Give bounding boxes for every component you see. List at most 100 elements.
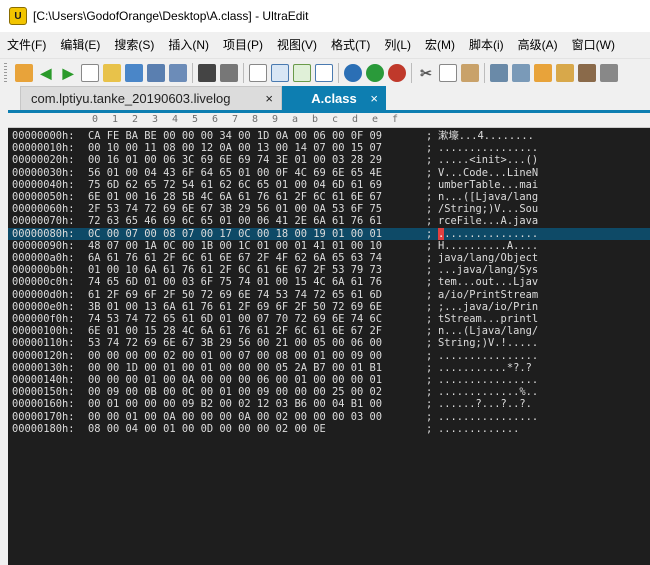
hex-row[interactable]: 00000020h: 00 16 01 00 06 3C 69 6E 69 74 … [8, 154, 650, 166]
menu-edit[interactable]: 编辑(E) [53, 36, 107, 53]
row-ascii[interactable]: ................ [438, 374, 538, 386]
hex-edit-icon[interactable] [271, 64, 289, 82]
page-icon[interactable] [249, 64, 267, 82]
row-bytes[interactable]: 00 01 00 00 00 09 B2 00 02 12 03 B6 00 0… [88, 398, 382, 410]
save-all-icon[interactable] [169, 64, 187, 82]
row-bytes[interactable]: 48 07 00 1A 0C 00 1B 00 1C 01 00 01 41 0… [88, 240, 382, 252]
hex-row[interactable]: 000000b0h: 01 00 10 6A 61 76 61 2F 6C 61 … [8, 264, 650, 276]
tab-a-class[interactable]: A.class × [282, 86, 386, 110]
row-bytes[interactable]: 00 00 00 01 00 0A 00 00 00 06 00 01 00 0… [88, 374, 382, 386]
lowercase-icon[interactable] [388, 64, 406, 82]
list-icon[interactable] [578, 64, 596, 82]
hex-row[interactable]: 00000170h: 00 00 01 00 0A 00 00 00 0A 00 … [8, 411, 650, 423]
row-bytes[interactable]: 6A 61 76 61 2F 6C 61 6E 67 2F 4F 62 6A 6… [88, 252, 382, 264]
replace-icon[interactable] [512, 64, 530, 82]
menu-search[interactable]: 搜索(S) [107, 36, 161, 53]
close-icon[interactable]: × [265, 91, 273, 106]
menu-insert[interactable]: 插入(N) [161, 36, 216, 53]
row-bytes[interactable]: 75 6D 62 65 72 54 61 62 6C 65 01 00 04 6… [88, 179, 382, 191]
hex-row[interactable]: 00000110h: 53 74 72 69 6E 67 3B 29 56 00 … [8, 337, 650, 349]
menu-view[interactable]: 视图(V) [270, 36, 324, 53]
hex-row[interactable]: 00000180h: 08 00 04 00 01 00 0D 00 00 00 … [8, 423, 650, 435]
row-bytes[interactable]: 01 00 10 6A 61 76 61 2F 6C 61 6E 67 2F 5… [88, 264, 382, 276]
row-ascii[interactable]: ................ [438, 411, 538, 423]
back-arrow-icon[interactable]: ◀ [37, 64, 55, 82]
menu-project[interactable]: 项目(P) [216, 36, 270, 53]
copy-icon[interactable] [439, 64, 457, 82]
hex-row[interactable]: 00000040h: 75 6D 62 65 72 54 61 62 6C 65 … [8, 179, 650, 191]
row-ascii[interactable]: n...([Ljava/lang [438, 191, 538, 203]
hex-row[interactable]: 00000150h: 00 09 00 0B 00 0C 00 01 00 09 … [8, 386, 650, 398]
row-bytes[interactable]: 53 74 72 69 6E 67 3B 29 56 00 21 00 05 0… [88, 337, 382, 349]
bookmark-icon[interactable] [15, 64, 33, 82]
row-ascii[interactable]: ................ [438, 227, 538, 240]
uppercase-icon[interactable] [344, 64, 362, 82]
row-bytes[interactable]: 74 53 74 72 65 61 6D 01 00 07 70 72 69 6… [88, 313, 382, 325]
row-bytes[interactable]: 00 10 00 11 08 00 12 0A 00 13 00 14 07 0… [88, 142, 382, 154]
hex-row[interactable]: 00000140h: 00 00 00 01 00 0A 00 00 00 06 … [8, 374, 650, 386]
macro-icon[interactable] [556, 64, 574, 82]
hex-row[interactable]: 000000f0h: 74 53 74 72 65 61 6D 01 00 07 … [8, 313, 650, 325]
hex-row[interactable]: 00000010h: 00 10 00 11 08 00 12 0A 00 13 … [8, 142, 650, 154]
hex-row[interactable]: 00000130h: 00 00 1D 00 01 00 01 00 00 00 … [8, 362, 650, 374]
row-bytes[interactable]: 3B 01 00 13 6A 61 76 61 2F 69 6F 2F 50 7… [88, 301, 382, 313]
hex-row[interactable]: 000000e0h: 3B 01 00 13 6A 61 76 61 2F 69 … [8, 301, 650, 313]
menu-file[interactable]: 文件(F) [0, 36, 53, 53]
print-icon[interactable] [198, 64, 216, 82]
menu-script[interactable]: 脚本(i) [462, 36, 511, 53]
print-preview-icon[interactable] [220, 64, 238, 82]
row-ascii[interactable]: ...java/lang/Sys [438, 264, 538, 276]
hex-row[interactable]: 00000160h: 00 01 00 00 00 09 B2 00 02 12 … [8, 398, 650, 410]
new-file-icon[interactable] [81, 64, 99, 82]
row-ascii[interactable]: a/io/PrintStream [438, 289, 538, 301]
hex-editor[interactable]: 0 1 2 3 4 5 6 7 8 9 a b c d e f 00000000… [8, 110, 650, 565]
row-bytes[interactable]: 6E 01 00 16 28 5B 4C 6A 61 76 61 2F 6C 6… [88, 191, 382, 203]
row-bytes[interactable]: 00 00 00 00 02 00 01 00 07 00 08 00 01 0… [88, 350, 382, 362]
row-bytes[interactable]: 56 01 00 04 43 6F 64 65 01 00 0F 4C 69 6… [88, 167, 382, 179]
find-icon[interactable] [490, 64, 508, 82]
open-folder-icon[interactable] [125, 64, 143, 82]
menu-window[interactable]: 窗口(W) [565, 36, 622, 53]
hex-row[interactable]: 00000120h: 00 00 00 00 02 00 01 00 07 00 … [8, 350, 650, 362]
paste-icon[interactable] [461, 64, 479, 82]
close-icon[interactable]: × [370, 91, 378, 106]
row-ascii[interactable]: tStream...printl [438, 313, 538, 325]
row-bytes[interactable]: 00 00 01 00 0A 00 00 00 0A 00 02 00 00 0… [88, 411, 382, 423]
row-ascii[interactable]: ............. [438, 423, 519, 435]
cut-icon[interactable]: ✂ [417, 64, 435, 82]
hex-row[interactable]: 00000100h: 6E 01 00 15 28 4C 6A 61 76 61 … [8, 325, 650, 337]
menu-format[interactable]: 格式(T) [324, 36, 377, 53]
row-bytes[interactable]: 2F 53 74 72 69 6E 67 3B 29 56 01 00 0A 5… [88, 203, 382, 215]
row-ascii[interactable]: umberTable...mai [438, 179, 538, 191]
ultraedit-app-icon[interactable]: U [9, 7, 27, 25]
save-icon[interactable] [147, 64, 165, 82]
column-mode-icon[interactable] [315, 64, 333, 82]
hex-row[interactable]: 00000090h: 48 07 00 1A 0C 00 1B 00 1C 01 … [8, 240, 650, 252]
row-ascii[interactable]: rceFile...A.java [438, 215, 538, 227]
find-files-icon[interactable] [534, 64, 552, 82]
hex-row[interactable]: 000000d0h: 61 2F 69 6F 2F 50 72 69 6E 74 … [8, 289, 650, 301]
row-ascii[interactable]: ......?...?..?. [438, 398, 532, 410]
row-ascii[interactable]: ;...java/io/Prin [438, 301, 538, 313]
tab-livelog[interactable]: com.lptiyu.tanke_20190603.livelog × [20, 86, 282, 110]
row-ascii[interactable]: String;)V.!..... [438, 337, 538, 349]
hex-row[interactable]: 00000050h: 6E 01 00 16 28 5B 4C 6A 61 76 … [8, 191, 650, 203]
hex-row[interactable]: 00000030h: 56 01 00 04 43 6F 64 65 01 00 … [8, 167, 650, 179]
row-ascii[interactable]: /String;)V...Sou [438, 203, 538, 215]
hex-row[interactable]: 00000070h: 72 63 65 46 69 6C 65 01 00 06 … [8, 215, 650, 227]
hex-row[interactable]: 000000c0h: 74 65 6D 01 00 03 6F 75 74 01 … [8, 276, 650, 288]
row-ascii[interactable]: .............%.. [438, 386, 538, 398]
row-ascii[interactable]: java/lang/Object [438, 252, 538, 264]
row-bytes[interactable]: 0C 00 07 00 08 07 00 17 0C 00 18 00 19 0… [88, 228, 382, 240]
row-bytes[interactable]: 6E 01 00 15 28 4C 6A 61 76 61 2F 6C 61 6… [88, 325, 382, 337]
row-ascii[interactable]: ................ [438, 142, 538, 154]
toolbar-grip[interactable] [4, 63, 7, 83]
menu-macro[interactable]: 宏(M) [418, 36, 462, 53]
row-ascii[interactable]: .....<init>...() [438, 154, 538, 166]
row-bytes[interactable]: CA FE BA BE 00 00 00 34 00 1D 0A 00 06 0… [88, 130, 382, 142]
row-ascii[interactable]: ...........*?.? [438, 362, 532, 374]
row-bytes[interactable]: 00 09 00 0B 00 0C 00 01 00 09 00 00 00 2… [88, 386, 382, 398]
row-ascii[interactable]: V...Code...LineN [438, 167, 538, 179]
row-ascii[interactable]: ................ [438, 350, 538, 362]
settings-icon[interactable] [600, 64, 618, 82]
